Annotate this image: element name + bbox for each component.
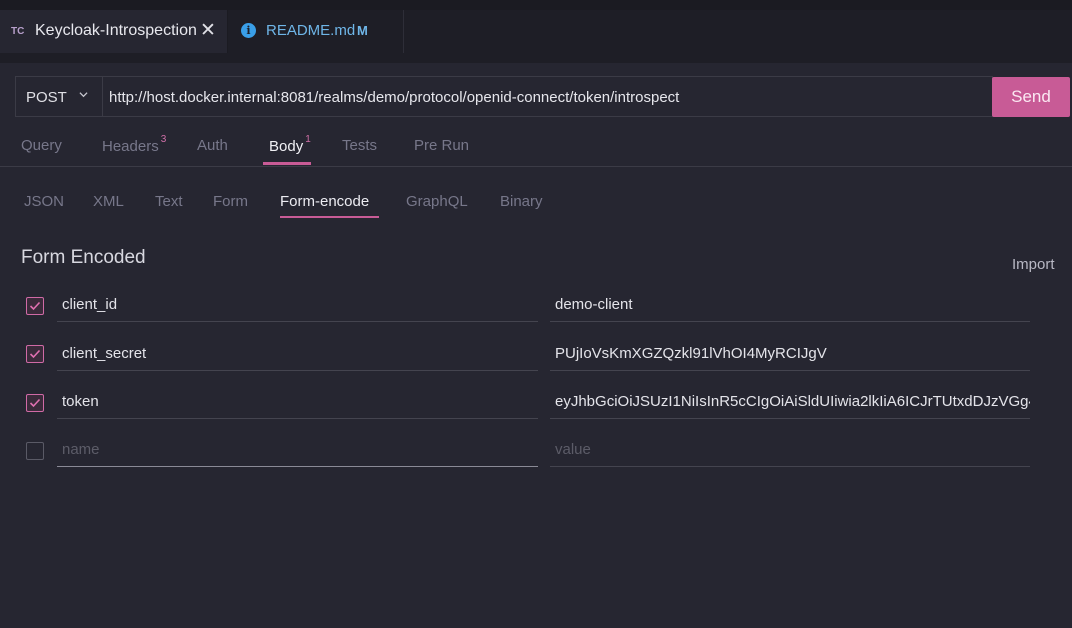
count-badge: 3 [160, 134, 167, 145]
param-name-field[interactable]: client_secret [57, 341, 538, 371]
checkmark-icon [29, 398, 41, 408]
param-name-field[interactable]: client_id [57, 292, 538, 322]
value-placeholder: value [555, 441, 591, 458]
info-icon: i [241, 23, 256, 38]
param-value-field[interactable]: demo-client [550, 292, 1030, 322]
active-tab-indicator [263, 162, 311, 165]
tab-keycloak-introspection[interactable]: TC Keycloak-Introspection ✕ [0, 10, 228, 53]
new-param-value-input[interactable]: value [550, 437, 1030, 467]
method-select[interactable]: POST [16, 77, 103, 116]
modified-badge: M [357, 23, 368, 38]
param-value: eyJhbGciOiJSUzI1NiIsInR5cCIgOiAiSldUIiwi… [555, 393, 1030, 410]
param-name: client_id [62, 296, 118, 313]
tab-auth[interactable]: Auth [197, 137, 228, 154]
tab-readme[interactable]: i README.md M [228, 10, 404, 53]
param-name: token [62, 393, 99, 410]
tab-label: Headers [102, 138, 159, 155]
tab-label: Query [21, 137, 62, 154]
new-param-name-input[interactable]: name [57, 437, 538, 467]
tab-label: Body [269, 138, 304, 155]
tab-query[interactable]: Query [21, 137, 62, 154]
tab-label: Auth [197, 137, 228, 154]
tab-title: README.md [266, 22, 356, 39]
method-label: POST [26, 89, 67, 106]
row-checkbox[interactable] [26, 442, 44, 460]
tab-label: Pre Run [414, 137, 470, 154]
body-type-binary[interactable]: Binary [500, 193, 543, 210]
active-body-type-indicator [280, 216, 379, 218]
body-type-form-encode[interactable]: Form-encode [280, 193, 369, 210]
tab-headers[interactable]: Headers 3 [102, 134, 167, 155]
tab-pre-run[interactable]: Pre Run [414, 137, 469, 154]
param-name-field[interactable]: token [57, 389, 538, 419]
row-checkbox[interactable] [26, 394, 44, 412]
param-name: client_secret [62, 345, 147, 362]
body-type-graphql[interactable]: GraphQL [406, 193, 468, 210]
checkmark-icon [29, 349, 41, 359]
thunder-client-icon: TC [11, 26, 25, 37]
body-type-xml[interactable]: XML [93, 193, 124, 210]
body-type-form[interactable]: Form [213, 193, 248, 210]
url-bar: POST http://host.docker.internal:8081/re… [15, 76, 993, 117]
chevron-down-icon [79, 92, 88, 98]
checkmark-icon [29, 301, 41, 311]
param-value-field[interactable]: PUjIoVsKmXGZQzkl91lVhOI4MyRCIJgV [550, 341, 1030, 371]
close-icon[interactable]: ✕ [200, 19, 216, 42]
name-placeholder: name [62, 441, 100, 458]
app-window: TC Keycloak-Introspection ✕ i README.md … [0, 0, 1072, 628]
tab-body[interactable]: Body 1 [269, 134, 311, 155]
body-type-text[interactable]: Text [155, 193, 183, 210]
row-checkbox[interactable] [26, 345, 44, 363]
request-tabs: Query Headers 3 Auth Body 1 Tests Pre Run [0, 128, 1072, 167]
tab-tests[interactable]: Tests [342, 137, 377, 154]
send-button[interactable]: Send [992, 77, 1070, 117]
section-title: Form Encoded [21, 247, 146, 268]
param-value: demo-client [555, 296, 633, 313]
tab-strip: TC Keycloak-Introspection ✕ i README.md … [0, 0, 1072, 63]
title-bar [0, 0, 1072, 10]
url-input[interactable]: http://host.docker.internal:8081/realms/… [109, 89, 979, 106]
param-value-field[interactable]: eyJhbGciOiJSUzI1NiIsInR5cCIgOiAiSldUIiwi… [550, 389, 1030, 419]
row-checkbox[interactable] [26, 297, 44, 315]
import-button[interactable]: Import [1012, 256, 1055, 273]
tab-title: Keycloak-Introspection [35, 22, 197, 39]
param-value: PUjIoVsKmXGZQzkl91lVhOI4MyRCIJgV [555, 345, 827, 362]
count-badge: 1 [305, 134, 311, 145]
body-type-json[interactable]: JSON [24, 193, 64, 210]
tab-label: Tests [342, 137, 378, 154]
